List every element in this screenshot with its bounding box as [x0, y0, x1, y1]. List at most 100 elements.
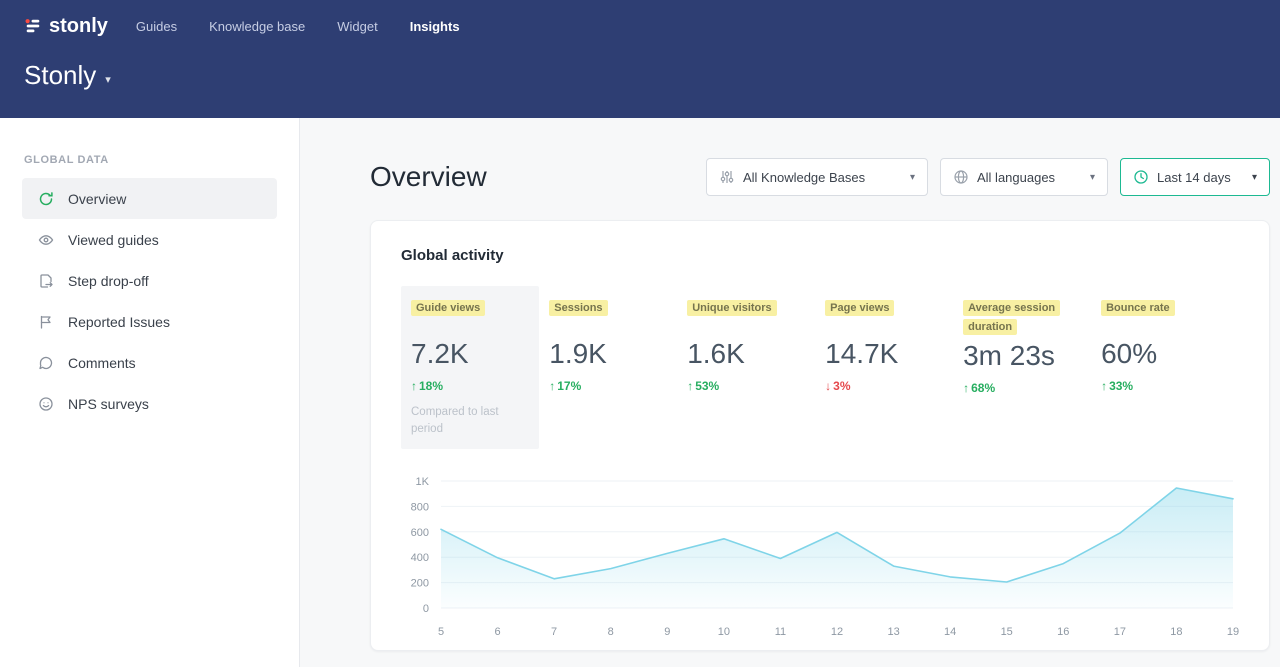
- logo-text: stonly: [49, 15, 108, 38]
- trend-down-icon: ↓: [825, 379, 831, 393]
- chart-area: 02004006008001K5678910111213141516171819: [401, 473, 1239, 650]
- card-title: Global activity: [401, 247, 1239, 264]
- step-dropoff-icon: [38, 273, 54, 289]
- sidebar-item-step-drop-off[interactable]: Step drop-off: [22, 260, 277, 301]
- date-range-value: Last 14 days: [1157, 170, 1236, 185]
- trend-up-icon: ↑: [687, 379, 693, 393]
- svg-text:19: 19: [1227, 626, 1239, 638]
- metric-label: Page views: [825, 300, 894, 316]
- svg-text:11: 11: [775, 626, 786, 638]
- metric-change: ↑53%: [687, 379, 825, 393]
- svg-text:12: 12: [831, 626, 843, 638]
- metric-change: ↑68%: [963, 381, 1101, 395]
- svg-text:13: 13: [887, 626, 899, 638]
- svg-text:10: 10: [718, 626, 730, 638]
- global-activity-card: Global activity Guide views 7.2K ↑18% Co…: [370, 220, 1270, 651]
- svg-text:6: 6: [495, 626, 501, 638]
- metric-value: 1.6K: [687, 338, 825, 370]
- date-range-dropdown[interactable]: Last 14 days ▾: [1120, 158, 1270, 196]
- svg-text:5: 5: [438, 626, 444, 638]
- sliders-icon: [719, 169, 735, 185]
- metric-value: 1.9K: [549, 338, 687, 370]
- trend-up-icon: ↑: [1101, 379, 1107, 393]
- globe-icon: [953, 169, 969, 185]
- nav-item-widget[interactable]: Widget: [337, 19, 377, 34]
- app-header: stonly Guides Knowledge base Widget Insi…: [0, 0, 1280, 118]
- svg-text:16: 16: [1057, 626, 1069, 638]
- metric-note: Compared to last period: [411, 404, 521, 437]
- metric-unique-visitors[interactable]: Unique visitors 1.6K ↑53%: [687, 286, 825, 449]
- sidebar-item-label: Overview: [68, 191, 126, 207]
- trend-up-icon: ↑: [549, 379, 555, 393]
- trend-up-icon: ↑: [963, 381, 969, 395]
- metrics-row: Guide views 7.2K ↑18% Compared to last p…: [401, 286, 1239, 449]
- metric-label: Bounce rate: [1101, 300, 1175, 316]
- metric-change: ↓3%: [825, 379, 963, 393]
- metric-average-session-duration[interactable]: Average session duration 3m 23s ↑68%: [963, 286, 1101, 449]
- metric-value: 3m 23s: [963, 340, 1101, 372]
- nav-item-knowledge-base[interactable]: Knowledge base: [209, 19, 305, 34]
- metric-label: Average session duration: [963, 300, 1060, 335]
- main-content: Overview All Knowledge Bases ▾ All langu…: [301, 118, 1280, 667]
- svg-text:600: 600: [411, 527, 429, 539]
- metric-label: Guide views: [411, 300, 485, 316]
- chevron-down-icon: ▾: [1090, 172, 1095, 183]
- sidebar-item-reported-issues[interactable]: Reported Issues: [22, 301, 277, 342]
- sidebar-item-label: Reported Issues: [68, 314, 170, 330]
- stonly-logo-icon: [24, 17, 42, 35]
- svg-text:800: 800: [411, 502, 429, 514]
- svg-text:8: 8: [608, 626, 614, 638]
- nav-item-insights[interactable]: Insights: [410, 19, 460, 34]
- chevron-down-icon: ▾: [105, 73, 111, 86]
- knowledge-bases-dropdown[interactable]: All Knowledge Bases ▾: [706, 158, 928, 196]
- eye-icon: [38, 232, 54, 248]
- knowledge-bases-value: All Knowledge Bases: [743, 170, 894, 185]
- workspace-name: Stonly: [24, 60, 96, 91]
- sidebar-item-nps-surveys[interactable]: NPS surveys: [22, 383, 277, 424]
- metric-value: 7.2K: [411, 338, 529, 370]
- metric-change: ↑18%: [411, 379, 529, 393]
- activity-area-chart: 02004006008001K5678910111213141516171819: [401, 473, 1241, 645]
- metric-value: 14.7K: [825, 338, 963, 370]
- svg-text:15: 15: [1001, 626, 1013, 638]
- sidebar-item-label: Comments: [68, 355, 136, 371]
- metric-value: 60%: [1101, 338, 1239, 370]
- page-header: Overview All Knowledge Bases ▾ All langu…: [370, 158, 1270, 196]
- svg-text:18: 18: [1170, 626, 1182, 638]
- sidebar-item-label: Step drop-off: [68, 273, 149, 289]
- svg-text:0: 0: [423, 603, 429, 615]
- metric-page-views[interactable]: Page views 14.7K ↓3%: [825, 286, 963, 449]
- svg-text:200: 200: [411, 578, 429, 590]
- sidebar-item-viewed-guides[interactable]: Viewed guides: [22, 219, 277, 260]
- svg-text:400: 400: [411, 553, 429, 565]
- sidebar: GLOBAL DATA Overview Viewed guides Step …: [0, 118, 300, 667]
- metric-change: ↑33%: [1101, 379, 1239, 393]
- svg-text:1K: 1K: [416, 476, 430, 488]
- chevron-down-icon: ▾: [1252, 172, 1257, 183]
- metric-label: Sessions: [549, 300, 607, 316]
- nav-item-guides[interactable]: Guides: [136, 19, 177, 34]
- flag-icon: [38, 314, 54, 330]
- metric-change: ↑17%: [549, 379, 687, 393]
- chevron-down-icon: ▾: [910, 172, 915, 183]
- metric-bounce-rate[interactable]: Bounce rate 60% ↑33%: [1101, 286, 1239, 449]
- metric-guide-views[interactable]: Guide views 7.2K ↑18% Compared to last p…: [401, 286, 539, 449]
- svg-text:17: 17: [1114, 626, 1126, 638]
- top-nav-bar: stonly Guides Knowledge base Widget Insi…: [0, 0, 1280, 42]
- filters: All Knowledge Bases ▾ All languages ▾ La…: [706, 158, 1270, 196]
- stonly-logo[interactable]: stonly: [24, 15, 108, 38]
- metric-sessions[interactable]: Sessions 1.9K ↑17%: [549, 286, 687, 449]
- sidebar-item-comments[interactable]: Comments: [22, 342, 277, 383]
- sidebar-item-overview[interactable]: Overview: [22, 178, 277, 219]
- clock-icon: [1133, 169, 1149, 185]
- languages-value: All languages: [977, 170, 1074, 185]
- sidebar-section-label: GLOBAL DATA: [24, 154, 275, 166]
- languages-dropdown[interactable]: All languages ▾: [940, 158, 1108, 196]
- metric-label: Unique visitors: [687, 300, 776, 316]
- smiley-icon: [38, 396, 54, 412]
- svg-text:9: 9: [664, 626, 670, 638]
- svg-text:14: 14: [944, 626, 956, 638]
- page-title: Overview: [370, 161, 487, 193]
- workspace-selector[interactable]: Stonly ▾: [0, 42, 135, 91]
- sidebar-item-label: Viewed guides: [68, 232, 159, 248]
